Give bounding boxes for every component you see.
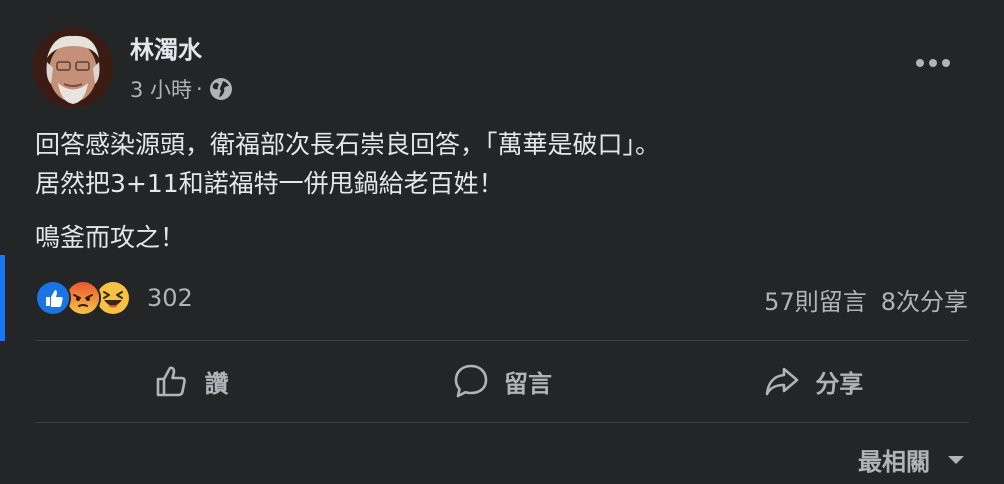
divider <box>35 340 969 341</box>
divider <box>35 422 969 423</box>
comment-button[interactable]: 留言 <box>346 352 657 410</box>
share-button-label: 分享 <box>815 369 864 398</box>
like-button-label: 讚 <box>204 369 229 398</box>
post-text-line: 回答感染源頭，衛福部次長石崇良回答，「萬華是破口」。 <box>35 130 661 159</box>
action-bar: 讚 留言 分享 <box>35 352 969 410</box>
post-body: 回答感染源頭，衛福部次長石崇良回答，「萬華是破口」。 居然把3+11和諾福特一併… <box>35 125 975 257</box>
post-card: 林濁水 3 小時 · 回答感染源頭，衛福部次長石崇良回答，「萬華是破口」。 居然… <box>0 0 1004 484</box>
comment-sort-dropdown[interactable]: 最相關 <box>858 442 966 477</box>
post-meta: 3 小時 · <box>130 74 233 104</box>
sort-label: 最相關 <box>858 448 930 476</box>
focus-indicator <box>0 255 5 341</box>
avatar-portrait <box>33 28 113 108</box>
thumbs-up-icon <box>156 366 186 397</box>
post-text-line: 居然把3+11和諾福特一併甩鍋給老百姓！ <box>35 169 504 198</box>
post-timestamp[interactable]: 3 小時 <box>130 74 192 104</box>
comment-bubble-icon <box>454 364 488 398</box>
author-name[interactable]: 林濁水 <box>130 30 202 65</box>
reaction-summary[interactable]: 302 <box>35 280 193 316</box>
share-arrow-icon <box>766 367 799 396</box>
like-reaction-icon <box>35 280 71 316</box>
more-options-icon[interactable] <box>912 50 954 76</box>
like-button[interactable]: 讚 <box>35 352 346 410</box>
comment-button-label: 留言 <box>503 369 552 398</box>
engagement-stats: 57則留言 8次分享 <box>764 282 968 317</box>
meta-separator: · <box>196 77 203 101</box>
comment-count-link[interactable]: 57則留言 <box>764 282 867 317</box>
reaction-count[interactable]: 302 <box>147 284 193 312</box>
caret-down-icon <box>948 455 964 464</box>
globe-icon[interactable] <box>209 77 233 101</box>
post-text-line: 鳴釜而攻之！ <box>35 223 186 252</box>
author-avatar[interactable] <box>33 28 113 108</box>
share-button[interactable]: 分享 <box>658 352 969 410</box>
share-count-link[interactable]: 8次分享 <box>881 282 968 317</box>
